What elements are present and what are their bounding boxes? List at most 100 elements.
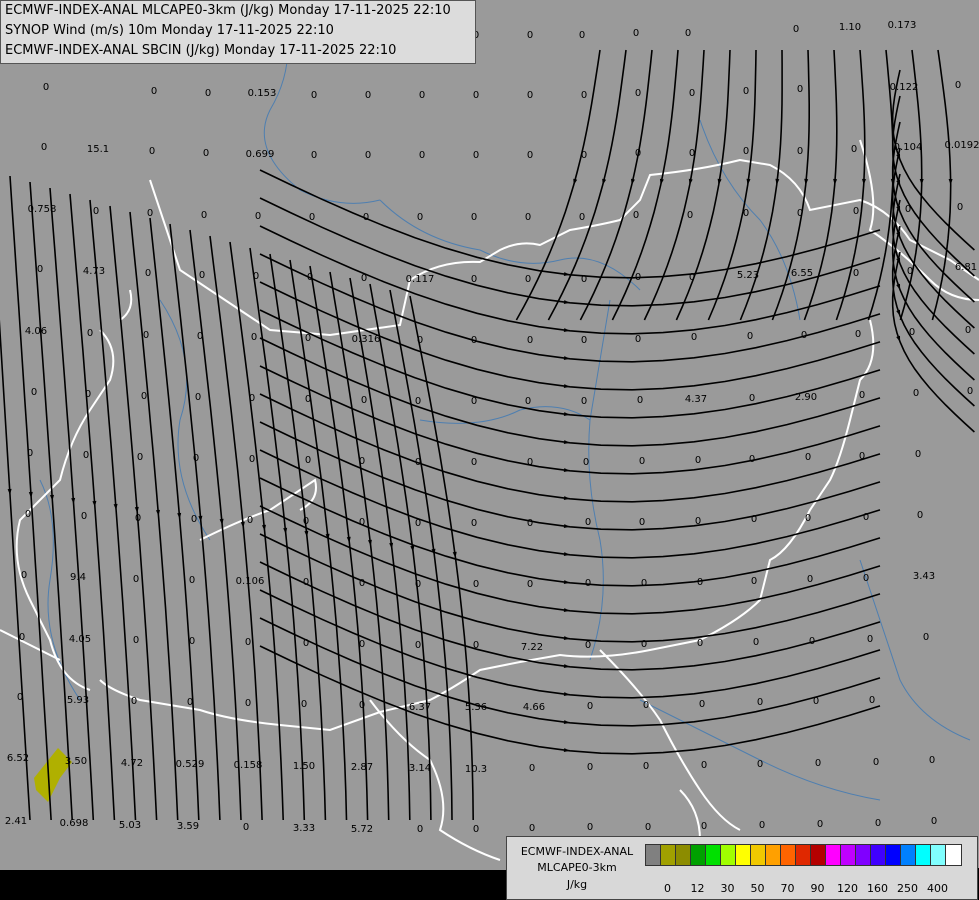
- station-value: 0: [255, 211, 261, 222]
- station-value: 0: [359, 456, 365, 467]
- station-value: 0: [587, 701, 593, 712]
- header-line-cape: ECMWF-INDEX-ANAL MLCAPE0-3km (J/kg) Mond…: [5, 3, 451, 18]
- station-value: 0: [365, 150, 371, 161]
- station-value: 0: [585, 640, 591, 651]
- station-value: 0: [243, 822, 249, 833]
- map-header: ECMWF-INDEX-ANAL MLCAPE0-3km (J/kg) Mond…: [0, 0, 476, 64]
- station-value: 0: [587, 762, 593, 773]
- station-value: 0: [917, 510, 923, 521]
- station-value: 0: [689, 148, 695, 159]
- station-value: 0: [473, 579, 479, 590]
- station-value: 0: [527, 335, 533, 346]
- station-value: 0: [471, 396, 477, 407]
- station-value: 0.117: [406, 274, 435, 285]
- station-value: 0: [303, 516, 309, 527]
- station-value: 0: [251, 332, 257, 343]
- station-value: 0: [473, 824, 479, 835]
- station-value: 0: [417, 824, 423, 835]
- station-value: 0: [923, 632, 929, 643]
- station-value: 0: [581, 90, 587, 101]
- station-value: 0: [305, 333, 311, 344]
- station-value: 0: [701, 760, 707, 771]
- station-value: 0.104: [894, 142, 923, 153]
- station-value: 0: [305, 455, 311, 466]
- station-value: 5.23: [737, 270, 759, 281]
- station-value: 0: [743, 86, 749, 97]
- station-value: 3.50: [65, 756, 87, 767]
- station-value: 0: [749, 393, 755, 404]
- station-value: 0: [135, 513, 141, 524]
- station-value: 0.699: [246, 149, 275, 160]
- station-value: 9.4: [70, 572, 86, 583]
- legend-tick-label: 250: [897, 882, 918, 895]
- station-value: 0: [757, 759, 763, 770]
- station-value: 0: [311, 90, 317, 101]
- station-value: 1.10: [839, 22, 861, 33]
- station-value: 0: [689, 88, 695, 99]
- station-value: 3.14: [409, 763, 431, 774]
- station-value: 0: [853, 206, 859, 217]
- station-value: 0: [805, 513, 811, 524]
- station-value: 0: [527, 30, 533, 41]
- station-value: 0: [301, 699, 307, 710]
- station-value: 0: [83, 450, 89, 461]
- station-value: 0: [473, 150, 479, 161]
- station-value: 5.72: [351, 824, 373, 835]
- station-value: 0: [527, 457, 533, 468]
- legend-parameter-label: MLCAPE0-3km: [537, 861, 617, 874]
- station-value: 0: [359, 578, 365, 589]
- station-value: 0: [751, 576, 757, 587]
- station-value: 0: [471, 518, 477, 529]
- station-value: 0: [361, 273, 367, 284]
- station-value: 0: [685, 28, 691, 39]
- station-value: 0: [471, 335, 477, 346]
- station-value: 0: [929, 755, 935, 766]
- station-value: 4.37: [685, 394, 707, 405]
- station-value: 0: [41, 142, 47, 153]
- station-value: 0: [363, 212, 369, 223]
- station-value: 0: [743, 146, 749, 157]
- station-value: 0: [863, 512, 869, 523]
- station-value: 0: [915, 449, 921, 460]
- station-value: 0: [245, 637, 251, 648]
- station-value: 0: [471, 212, 477, 223]
- station-value: 0: [141, 391, 147, 402]
- station-value: 0: [359, 517, 365, 528]
- station-value: 0.698: [60, 818, 89, 829]
- legend-tick-label: 160: [867, 882, 888, 895]
- station-value: 0: [193, 453, 199, 464]
- legend-tick-label: 12: [690, 882, 705, 895]
- station-value: 0: [809, 636, 815, 647]
- station-value: 0: [419, 150, 425, 161]
- station-value: 0: [309, 212, 315, 223]
- station-value: 4.06: [25, 326, 47, 337]
- station-value: 0: [137, 452, 143, 463]
- station-value: 0: [867, 634, 873, 645]
- station-value: 6.55: [791, 268, 813, 279]
- station-value: 0: [143, 330, 149, 341]
- station-value: 4.66: [523, 702, 545, 713]
- station-value: 0.158: [234, 760, 263, 771]
- station-value: 0: [759, 820, 765, 831]
- station-value: 0: [471, 274, 477, 285]
- station-value: 0: [471, 457, 477, 468]
- legend-model-label: ECMWF-INDEX-ANAL: [520, 845, 634, 858]
- station-value: 0: [757, 697, 763, 708]
- station-value: 6.52: [7, 753, 29, 764]
- station-value: 6.37: [409, 702, 431, 713]
- station-value: 0: [31, 387, 37, 398]
- station-value: 0: [93, 206, 99, 217]
- station-value: 0: [797, 146, 803, 157]
- station-value: 0: [633, 210, 639, 221]
- station-value: 0: [525, 274, 531, 285]
- station-value: 0: [187, 697, 193, 708]
- station-value: 4.72: [121, 758, 143, 769]
- station-value: 0: [873, 757, 879, 768]
- station-value: 0.153: [248, 88, 277, 99]
- station-value: 0: [635, 148, 641, 159]
- station-value: 0: [639, 517, 645, 528]
- station-value: 0: [797, 208, 803, 219]
- station-value: 0: [859, 390, 865, 401]
- station-value: 0: [245, 698, 251, 709]
- station-value: 0: [307, 272, 313, 283]
